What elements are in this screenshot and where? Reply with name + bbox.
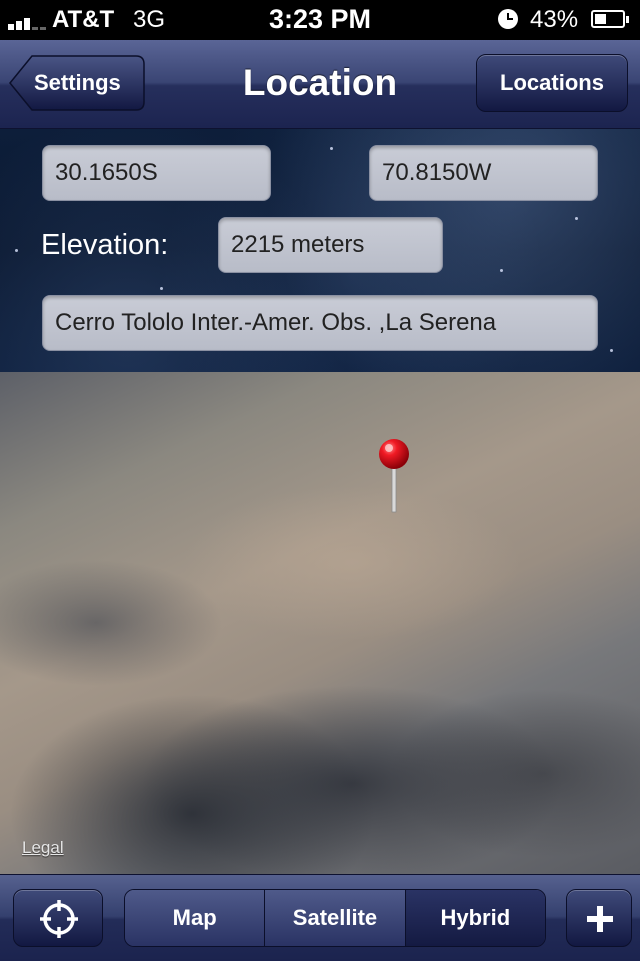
bottom-toolbar: Map Satellite Hybrid (0, 874, 640, 961)
battery-icon (591, 10, 629, 28)
status-bar: AT&T 3G 3:23 PM 43% (0, 0, 640, 40)
location-details-panel: 30.1650S 70.8150W Elevation: 2215 meters… (0, 129, 640, 372)
map-type-segmented-control: Map Satellite Hybrid (124, 889, 546, 947)
red-map-pin-icon[interactable] (378, 438, 410, 514)
current-location-button[interactable] (13, 889, 103, 947)
latitude-field[interactable]: 30.1650S (42, 145, 271, 201)
star-decoration (500, 269, 503, 272)
elevation-field[interactable]: 2215 meters (218, 217, 443, 273)
map-type-satellite[interactable]: Satellite (265, 890, 406, 946)
locations-button[interactable]: Locations (476, 54, 628, 112)
longitude-field[interactable]: 70.8150W (369, 145, 598, 201)
battery-percent: 43% (530, 6, 579, 33)
map-type-map[interactable]: Map (125, 890, 266, 946)
add-location-button[interactable] (566, 889, 632, 947)
star-decoration (160, 287, 163, 290)
elevation-label: Elevation: (41, 229, 169, 261)
star-decoration (330, 147, 333, 150)
map-type-hybrid[interactable]: Hybrid (405, 890, 545, 946)
map-legal-link[interactable]: Legal (22, 838, 64, 858)
location-name-field[interactable]: Cerro Tololo Inter.-Amer. Obs. ,La Seren… (42, 295, 598, 351)
star-decoration (610, 349, 613, 352)
star-decoration (575, 217, 578, 220)
orientation-lock-icon (498, 9, 518, 29)
star-decoration (15, 249, 18, 252)
navigation-bar: Settings Location Locations (0, 40, 640, 129)
satellite-map[interactable] (0, 372, 640, 874)
crosshair-icon (40, 900, 78, 938)
